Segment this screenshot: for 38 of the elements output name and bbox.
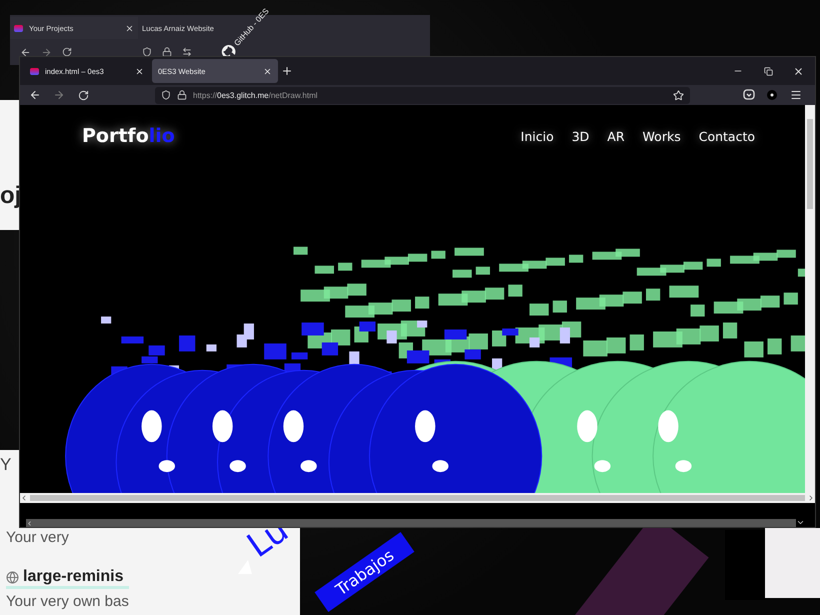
forward-icon[interactable] — [41, 46, 52, 58]
favicon-icon — [14, 24, 23, 32]
pocket-icon[interactable] — [743, 89, 755, 101]
horizontal-scrollbar[interactable] — [26, 519, 796, 527]
project-title[interactable]: large-reminis — [6, 568, 129, 589]
project-description: Your very own bas — [6, 593, 129, 610]
nav-link[interactable]: Contacto — [698, 128, 755, 144]
back-icon[interactable] — [20, 46, 31, 58]
scroll-down-icon[interactable] — [796, 518, 805, 527]
favicon-icon — [30, 68, 39, 74]
shield-icon[interactable] — [161, 90, 171, 100]
scroll-left-icon[interactable] — [20, 494, 28, 502]
account-icon[interactable] — [767, 90, 777, 100]
shield-icon[interactable] — [142, 47, 152, 57]
address-field[interactable]: https://0es3.glitch.me/netDraw.html — [155, 86, 690, 104]
bookmark-star-icon[interactable] — [673, 90, 684, 100]
lock-icon[interactable] — [177, 90, 187, 100]
vertical-scrollbar[interactable] — [805, 105, 815, 493]
project-description: Your very — [6, 529, 69, 546]
close-icon[interactable] — [125, 24, 134, 32]
nav-link[interactable]: 3D — [572, 128, 590, 144]
horizontal-scrollbar[interactable] — [20, 493, 815, 503]
nav-link[interactable]: AR — [607, 128, 625, 144]
close-icon[interactable] — [263, 66, 272, 76]
url-text: https://0es3.glitch.me/netDraw.html — [193, 90, 318, 100]
scroll-left-icon[interactable] — [26, 520, 33, 526]
site-logo[interactable]: Portfolio — [82, 125, 175, 147]
nav-link[interactable]: Inicio — [520, 128, 554, 144]
close-icon[interactable] — [135, 66, 144, 76]
lock-icon[interactable] — [162, 47, 172, 57]
text-fragment: Y — [0, 455, 12, 475]
scroll-right-icon[interactable] — [807, 494, 815, 502]
restore-icon[interactable] — [764, 66, 772, 76]
globe-icon — [6, 570, 19, 584]
swap-icon[interactable] — [182, 47, 192, 57]
reload-icon[interactable] — [62, 47, 72, 57]
page-background — [765, 528, 820, 598]
nav-link[interactable]: Works — [642, 128, 681, 144]
